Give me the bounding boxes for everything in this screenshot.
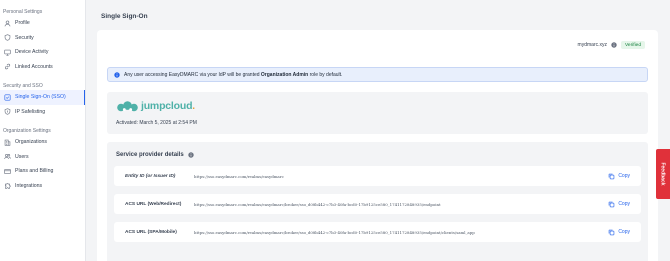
main-content: Single Sign-On mydmarc.xyz Verified Any … — [86, 0, 670, 261]
row-label: Entity ID (or Issuer ID) — [125, 173, 176, 179]
copy-icon — [609, 173, 615, 179]
shield-check-icon — [3, 93, 11, 101]
sidebar-item-label: IP Safelisting — [15, 108, 46, 115]
user-icon — [3, 19, 11, 27]
sidebar-item-label: Plans and Billing — [15, 168, 54, 175]
sidebar-item-label: Users — [15, 153, 29, 160]
sidebar-item-security[interactable]: Security — [0, 31, 85, 46]
sidebar-heading-sso: Security and SSO — [3, 83, 43, 89]
sidebar-item-label: Organizations — [15, 139, 48, 146]
domain-row: mydmarc.xyz Verified — [578, 41, 645, 49]
sidebar-item-label: Security — [15, 34, 34, 41]
acs-web-row: ACS URL (Web/Redirect) https://sso.easyd… — [114, 194, 641, 214]
notice-prefix: Any user accessing EasyDMARC via your Id… — [124, 71, 261, 78]
sidebar-item-ip-safelisting[interactable]: IP Safelisting — [0, 105, 85, 120]
sidebar: Personal Settings Profile Security Devic… — [0, 0, 86, 261]
sidebar-item-users[interactable]: Users — [0, 150, 85, 165]
sidebar-item-integrations[interactable]: Integrations — [0, 179, 85, 194]
shield-ip-icon — [3, 108, 11, 116]
link-icon — [3, 63, 11, 71]
brand-wordmark: jumpcloud — [141, 100, 193, 112]
sidebar-item-label: Single Sign-On (SSO) — [15, 94, 66, 101]
copy-button[interactable]: Copy — [608, 229, 641, 236]
copy-icon — [609, 201, 615, 207]
service-provider-title: Service provider details — [116, 152, 184, 158]
copy-label: Copy — [618, 201, 630, 207]
sidebar-heading-personal: Personal Settings — [3, 9, 43, 15]
jumpcloud-logo: jumpcloud. — [116, 100, 195, 112]
sidebar-item-device-activity[interactable]: Device Activity — [0, 45, 85, 60]
sidebar-item-organizations[interactable]: Organizations — [0, 135, 85, 150]
sidebar-item-plans-billing[interactable]: Plans and Billing — [0, 164, 85, 179]
notice-suffix: role by default. — [308, 71, 343, 78]
row-value: https://sso.easydmarc.com/realms/easydma… — [194, 229, 475, 235]
users-icon — [3, 153, 11, 161]
acs-spa-row: ACS URL (SPA/Mobile) https://sso.easydma… — [114, 222, 641, 242]
info-icon — [114, 71, 120, 78]
role-notice: Any user accessing EasyDMARC via your Id… — [107, 67, 648, 82]
sidebar-item-linked-accounts[interactable]: Linked Accounts — [0, 60, 85, 75]
copy-icon — [609, 229, 615, 235]
copy-label: Copy — [618, 173, 630, 179]
monitor-icon — [3, 48, 11, 56]
service-provider-heading: Service provider details — [116, 152, 194, 158]
cloud-icon — [117, 100, 138, 111]
building-icon — [3, 138, 11, 146]
credit-card-icon — [3, 167, 11, 175]
puzzle-icon — [3, 182, 11, 190]
notice-role: Organization Admin — [260, 71, 309, 78]
service-provider-panel: Service provider details Entity ID (or I… — [107, 142, 648, 261]
sidebar-item-sso[interactable]: Single Sign-On (SSO) — [0, 90, 85, 105]
feedback-label: Feedback — [660, 162, 667, 186]
shield-icon — [3, 34, 11, 42]
verified-badge: Verified — [621, 41, 645, 49]
row-label: ACS URL (SPA/Mobile) — [125, 229, 177, 235]
identity-provider-panel: jumpcloud. Activated: March 5, 2025 at 2… — [107, 92, 648, 134]
sidebar-item-label: Integrations — [15, 182, 43, 189]
sidebar-item-label: Linked Accounts — [15, 63, 53, 70]
sidebar-item-label: Device Activity — [15, 49, 49, 56]
row-value: https://sso.easydmarc.com/realms/easydma… — [194, 201, 441, 207]
info-icon[interactable] — [188, 152, 194, 158]
info-icon[interactable] — [611, 42, 617, 48]
brand-dot: . — [192, 100, 196, 112]
notice-text: Any user accessing EasyDMARC via your Id… — [124, 72, 342, 78]
sidebar-item-profile[interactable]: Profile — [0, 16, 85, 31]
copy-label: Copy — [618, 229, 630, 235]
page-title: Single Sign-On — [101, 13, 148, 20]
feedback-tab[interactable]: Feedback — [656, 149, 670, 199]
domain-name: mydmarc.xyz — [577, 42, 607, 48]
sso-card: mydmarc.xyz Verified Any user accessing … — [97, 30, 658, 261]
activated-timestamp: Activated: March 5, 2025 at 2:54 PM — [116, 120, 197, 126]
row-label: ACS URL (Web/Redirect) — [125, 201, 182, 207]
copy-button[interactable]: Copy — [608, 201, 641, 208]
copy-button[interactable]: Copy — [608, 173, 641, 180]
sidebar-heading-organization: Organization Settings — [3, 128, 51, 134]
row-value: https://sso.easydmarc.com/realms/easydma… — [194, 173, 284, 179]
entity-id-row: Entity ID (or Issuer ID) https://sso.eas… — [114, 166, 641, 186]
sidebar-item-label: Profile — [15, 20, 30, 27]
